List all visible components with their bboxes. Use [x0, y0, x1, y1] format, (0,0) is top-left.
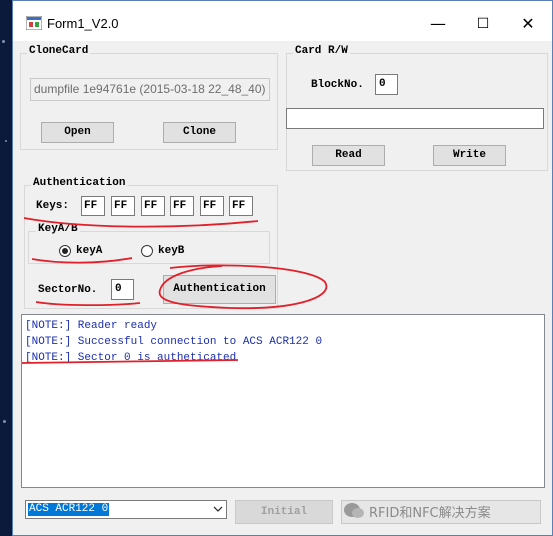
key-byte-3-input[interactable]: FF [141, 196, 165, 216]
background-star [5, 140, 7, 142]
app-icon [26, 16, 42, 30]
keya-label: keyA [76, 245, 103, 257]
keys-label: Keys: [36, 200, 70, 212]
wechat-icon [344, 503, 364, 518]
chevron-down-icon [213, 506, 223, 512]
initial-button[interactable]: Initial [235, 500, 333, 524]
minimize-button[interactable]: — [415, 9, 461, 39]
background-star [3, 420, 6, 423]
open-button[interactable]: Open [41, 122, 114, 143]
write-button[interactable]: Write [433, 145, 506, 166]
block-no-label: BlockNo. [311, 79, 364, 91]
keyb-radio[interactable] [141, 245, 153, 257]
log-line: [NOTE:] Sector 0 is autheticated [25, 352, 237, 364]
block-no-input[interactable]: 0 [375, 74, 398, 95]
block-data-input[interactable] [286, 108, 544, 129]
dumpfile-select[interactable]: dumpfile 1e94761e (2015-03-18 22_48_40) … [30, 78, 270, 101]
card-rw-group-label: Card R/W [293, 45, 350, 57]
window-title: Form1_V2.0 [47, 16, 119, 31]
key-byte-2-input[interactable]: FF [111, 196, 135, 216]
reader-select[interactable]: ACS ACR122 0 [25, 500, 227, 519]
log-line: [NOTE:] Successful connection to ACS ACR… [25, 336, 323, 348]
close-button[interactable]: ✕ [505, 9, 551, 39]
key-byte-5-input[interactable]: FF [200, 196, 224, 216]
background-star [2, 40, 5, 43]
maximize-button[interactable]: ☐ [460, 9, 506, 39]
clonecard-group-label: CloneCard [27, 45, 91, 57]
sector-no-label: SectorNo. [38, 284, 98, 296]
key-byte-4-input[interactable]: FF [170, 196, 194, 216]
sector-no-input[interactable]: 0 [111, 279, 134, 300]
read-button[interactable]: Read [312, 145, 385, 166]
authentication-button[interactable]: Authentication [163, 275, 276, 304]
log-line: [NOTE:] Reader ready [25, 320, 158, 332]
title-bar: Form1_V2.0 — ☐ ✕ [13, 1, 552, 41]
authentication-group-label: Authentication [31, 177, 128, 189]
clone-button[interactable]: Clone [163, 122, 236, 143]
keyb-label: keyB [158, 245, 185, 257]
log-output[interactable]: [NOTE:] Reader ready [NOTE:] Successful … [21, 314, 545, 488]
key-byte-1-input[interactable]: FF [81, 196, 105, 216]
radio-selected-dot [62, 248, 68, 254]
key-byte-6-input[interactable]: FF [229, 196, 253, 216]
form-window: Form1_V2.0 — ☐ ✕ CloneCard dumpfile 1e94… [12, 0, 553, 536]
reader-select-value: ACS ACR122 0 [28, 503, 110, 516]
keyab-group-label: KeyA/B [36, 223, 80, 235]
watermark-text: RFID和NFC解决方案 [369, 506, 491, 521]
keya-radio[interactable] [59, 245, 71, 257]
